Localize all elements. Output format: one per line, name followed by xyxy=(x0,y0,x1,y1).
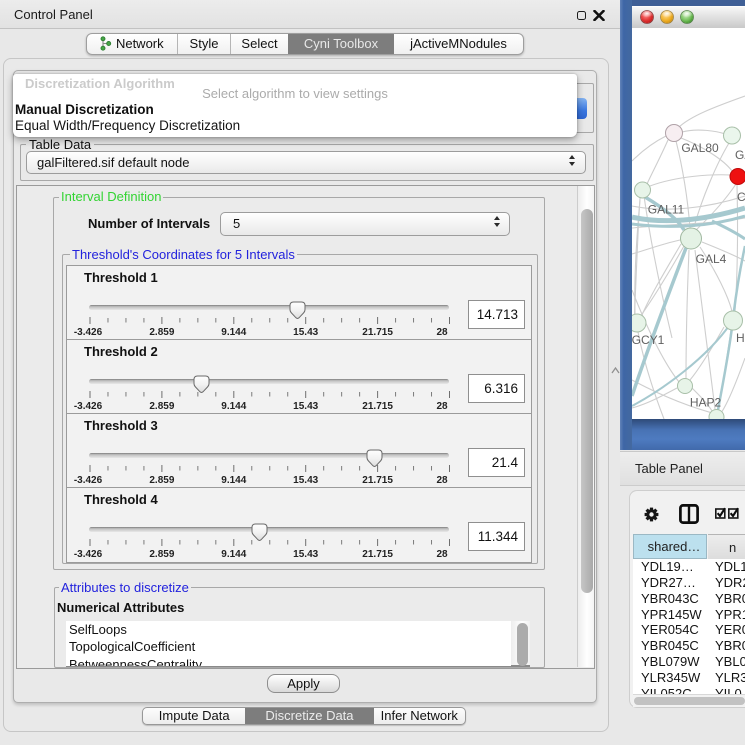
svg-text:C: C xyxy=(737,190,745,204)
svg-text:15.43: 15.43 xyxy=(293,475,318,486)
svg-text:2.859: 2.859 xyxy=(149,549,174,560)
svg-text:9.144: 9.144 xyxy=(221,549,246,560)
svg-text:GA: GA xyxy=(735,148,745,162)
svg-text:21.715: 21.715 xyxy=(362,401,393,412)
svg-text:2.859: 2.859 xyxy=(149,401,174,412)
svg-text:21.715: 21.715 xyxy=(362,327,393,338)
svg-text:GAL4: GAL4 xyxy=(696,252,727,266)
svg-text:28: 28 xyxy=(436,475,448,486)
svg-text:-3.426: -3.426 xyxy=(74,475,103,486)
svg-text:GAL80: GAL80 xyxy=(681,141,719,155)
svg-text:HAP2: HAP2 xyxy=(690,396,722,410)
svg-text:21.715: 21.715 xyxy=(362,475,393,486)
svg-text:9.144: 9.144 xyxy=(221,475,246,486)
svg-text:9.144: 9.144 xyxy=(221,401,246,412)
svg-text:28: 28 xyxy=(436,549,448,560)
svg-text:GAL11: GAL11 xyxy=(648,203,685,217)
svg-text:-3.426: -3.426 xyxy=(74,401,103,412)
svg-text:15.43: 15.43 xyxy=(293,549,318,560)
svg-text:H: H xyxy=(736,331,745,345)
svg-text:28: 28 xyxy=(436,327,448,338)
svg-text:15.43: 15.43 xyxy=(293,401,318,412)
svg-text:-3.426: -3.426 xyxy=(74,327,103,338)
svg-text:2.859: 2.859 xyxy=(149,327,174,338)
svg-text:15.43: 15.43 xyxy=(293,327,318,338)
svg-text:-3.426: -3.426 xyxy=(74,549,103,560)
svg-text:21.715: 21.715 xyxy=(362,549,393,560)
svg-text:28: 28 xyxy=(436,401,448,412)
svg-text:9.144: 9.144 xyxy=(221,327,246,338)
svg-text:GCY1: GCY1 xyxy=(632,333,665,347)
svg-text:2.859: 2.859 xyxy=(149,475,174,486)
